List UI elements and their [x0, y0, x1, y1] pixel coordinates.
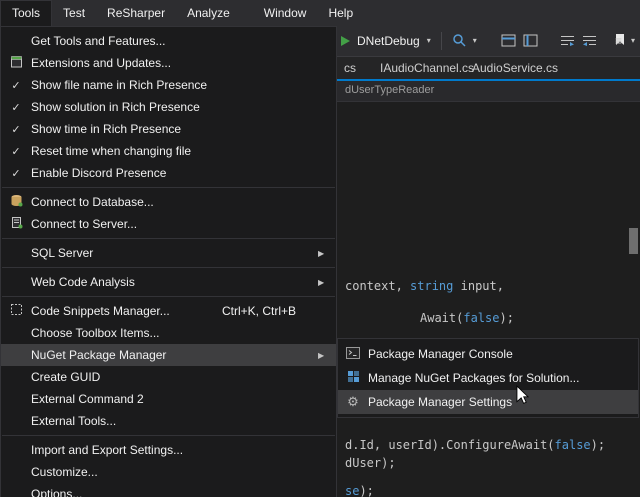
toolbar-separator [441, 32, 442, 50]
toolbar-left-group: DNetDebug ▾ ▾ [341, 26, 625, 56]
extensions-icon [10, 55, 23, 71]
check-icon: ✓ [11, 101, 20, 114]
packages-icon [347, 370, 360, 386]
gear-icon: ⚙ [347, 394, 359, 410]
tools-menu: Get Tools and Features... Extensions and… [0, 26, 337, 497]
toolbar-overflow-icon[interactable]: ▾ [631, 37, 635, 45]
submenu-arrow-icon: ▶ [318, 278, 336, 287]
start-debug-icon[interactable] [341, 36, 350, 46]
nuget-submenu: Package Manager Console Manage NuGet Pac… [337, 338, 639, 418]
pane-icon[interactable] [501, 33, 516, 50]
tab-partial[interactable]: cs [337, 57, 356, 79]
menu-item-extensions-and-updates[interactable]: Extensions and Updates... [1, 52, 336, 74]
menu-item-get-tools-and-features[interactable]: Get Tools and Features... [1, 30, 336, 52]
menu-shortcut: Ctrl+K, Ctrl+B [222, 304, 318, 318]
check-icon: ✓ [11, 123, 20, 136]
menu-item-connect-to-database[interactable]: Connect to Database... [1, 191, 336, 213]
find-icon[interactable] [452, 33, 466, 50]
console-icon [346, 347, 360, 362]
chevron-down-icon[interactable]: ▾ [473, 37, 477, 45]
menubar-item-tools[interactable]: Tools [0, 0, 52, 26]
snippets-icon [10, 303, 23, 319]
menu-item-nuget-package-manager[interactable]: NuGet Package Manager ▶ [1, 344, 336, 366]
menubar-item-test[interactable]: Test [52, 0, 96, 26]
menu-separator [2, 435, 335, 436]
menu-item-web-code-analysis[interactable]: Web Code Analysis ▶ [1, 271, 336, 293]
pane-icon[interactable] [523, 33, 538, 50]
chevron-down-icon[interactable]: ▾ [427, 37, 431, 45]
list-arrow-icon[interactable] [560, 34, 575, 49]
menubar-item-help[interactable]: Help [317, 0, 364, 26]
menu-item-create-guid[interactable]: Create GUID [1, 366, 336, 388]
code-line: dUser); [345, 456, 396, 470]
menu-item-enable-discord-presence[interactable]: ✓ Enable Discord Presence [1, 162, 336, 184]
menu-item-import-export-settings[interactable]: Import and Export Settings... [1, 439, 336, 461]
menu-item-choose-toolbox-items[interactable]: Choose Toolbox Items... [1, 322, 336, 344]
submenu-item-package-manager-console[interactable]: Package Manager Console [338, 342, 638, 366]
code-line: d.Id, userId).ConfigureAwait(false); [345, 438, 605, 452]
submenu-item-manage-nuget-packages[interactable]: Manage NuGet Packages for Solution... [338, 366, 638, 390]
mouse-cursor [515, 385, 530, 408]
toolbar-right-group: ≡ ▾ [615, 26, 635, 56]
tab-audioservice[interactable]: AudioService.cs [460, 57, 570, 79]
database-icon [10, 194, 23, 210]
debug-target-selector[interactable]: DNetDebug [357, 34, 420, 48]
menu-separator [2, 267, 335, 268]
menu-item-show-file-name[interactable]: ✓ Show file name in Rich Presence [1, 74, 336, 96]
menu-item-customize[interactable]: Customize... [1, 461, 336, 483]
menubar-item-resharper[interactable]: ReSharper [96, 0, 176, 26]
menu-item-connect-to-server[interactable]: Connect to Server... [1, 213, 336, 235]
menu-item-code-snippets-manager[interactable]: Code Snippets Manager... Ctrl+K, Ctrl+B [1, 300, 336, 322]
menu-item-show-time[interactable]: ✓ Show time in Rich Presence [1, 118, 336, 140]
code-line: context, string input, [345, 279, 504, 293]
submenu-item-package-manager-settings[interactable]: ⚙ Package Manager Settings [338, 390, 638, 414]
code-line: Await(false); [420, 311, 514, 325]
menu-item-sql-server[interactable]: SQL Server ▶ [1, 242, 336, 264]
menu-separator [2, 187, 335, 188]
server-icon [10, 216, 23, 232]
menu-bar: Tools Test ReSharper Analyze Window Help [0, 0, 640, 26]
menubar-item-window[interactable]: Window [253, 0, 318, 26]
list-arrow-icon[interactable] [582, 34, 597, 49]
menu-separator [2, 238, 335, 239]
menu-item-reset-time[interactable]: ✓ Reset time when changing file [1, 140, 336, 162]
menu-item-external-command-2[interactable]: External Command 2 [1, 388, 336, 410]
menu-item-show-solution[interactable]: ✓ Show solution in Rich Presence [1, 96, 336, 118]
submenu-arrow-icon: ▶ [318, 351, 336, 360]
menubar-item-analyze[interactable]: Analyze [176, 0, 241, 26]
check-icon: ✓ [11, 145, 20, 158]
menu-item-external-tools[interactable]: External Tools... [1, 410, 336, 432]
vs-window: Tools Test ReSharper Analyze Window Help… [0, 0, 640, 497]
lines-icon[interactable]: ≡ [615, 35, 622, 47]
vertical-scrollbar-thumb[interactable] [629, 228, 638, 254]
code-line: se); [345, 484, 374, 497]
breadcrumb[interactable]: dUserTypeReader [345, 84, 434, 96]
submenu-arrow-icon: ▶ [318, 249, 336, 258]
check-icon: ✓ [11, 167, 20, 180]
menu-item-options[interactable]: Options... [1, 483, 336, 497]
menu-separator [2, 296, 335, 297]
check-icon: ✓ [11, 79, 20, 92]
